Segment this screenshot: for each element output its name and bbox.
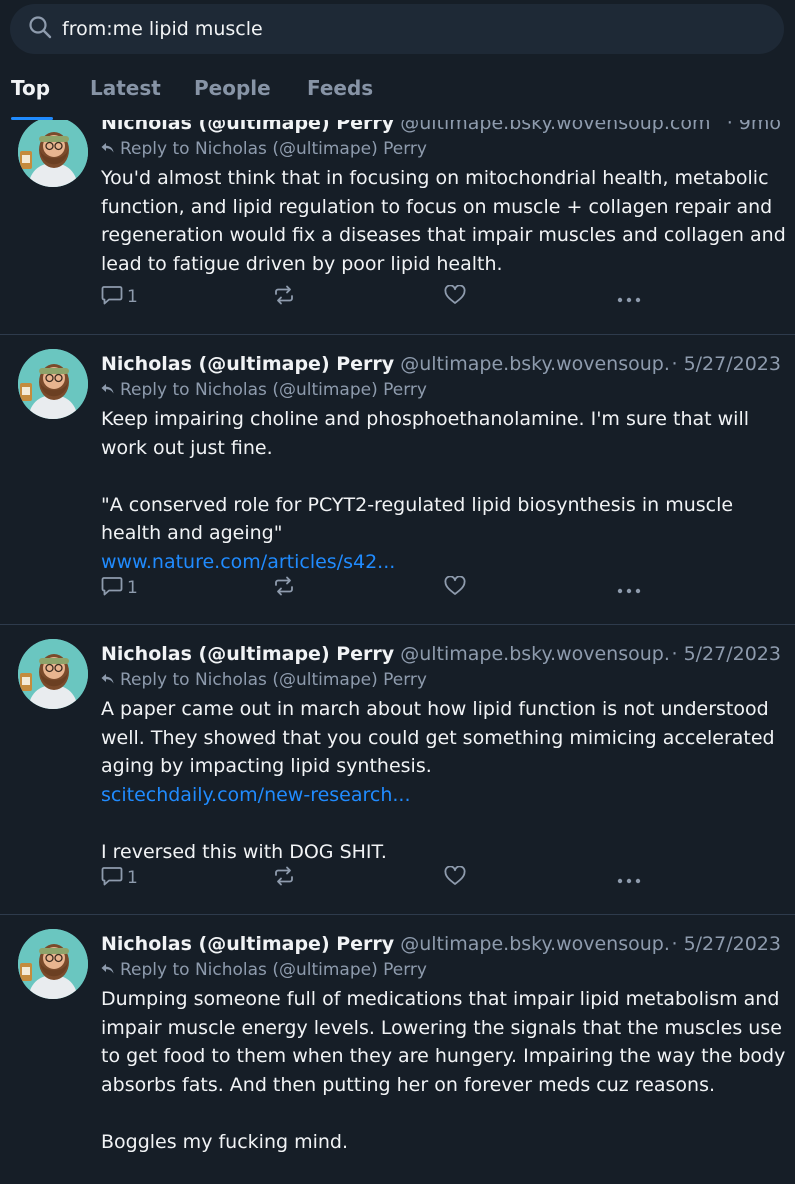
author-name[interactable]: Nicholas (@ultimape) Perry	[101, 120, 394, 134]
post-header: Nicholas (@ultimape) Perry @ultimape.bsk…	[101, 640, 781, 668]
post-actions: 1	[101, 863, 661, 893]
search-input[interactable]	[62, 18, 784, 40]
author-handle[interactable]: @ultimape.bsky.wovensoup...	[400, 643, 682, 665]
author-handle[interactable]: @ultimape.bsky.wovensoup...	[400, 353, 682, 375]
tab-top[interactable]: Top	[11, 76, 50, 100]
avatar[interactable]	[18, 120, 88, 187]
post-header: Nicholas (@ultimape) Perry @ultimape.bsk…	[101, 930, 781, 958]
heart-icon	[444, 575, 466, 600]
post-link[interactable]: scitechdaily.com/new-research...	[101, 784, 411, 806]
reply-to-label: Reply to Nicholas (@ultimape) Perry	[120, 670, 427, 690]
ellipsis-icon	[617, 869, 641, 888]
search-icon	[28, 15, 52, 43]
reply-arrow-icon	[101, 668, 120, 692]
reply-count: 1	[127, 578, 138, 598]
post-item[interactable]: Nicholas (@ultimape) Perry @ultimape.bsk…	[0, 335, 795, 625]
repost-button[interactable]	[273, 573, 295, 603]
reply-button[interactable]: 1	[101, 863, 138, 893]
reply-indicator[interactable]: Reply to Nicholas (@ultimape) Perry	[101, 958, 427, 982]
tab-latest[interactable]: Latest	[90, 76, 161, 100]
reply-arrow-icon	[101, 378, 120, 402]
author-handle[interactable]: @ultimape.bsky.wovensoup...	[400, 933, 682, 955]
ellipsis-icon	[617, 288, 641, 307]
post-item[interactable]: Nicholas (@ultimape) Perry @ultimape.bsk…	[0, 915, 795, 1184]
like-button[interactable]	[444, 282, 466, 312]
author-name[interactable]: Nicholas (@ultimape) Perry	[101, 933, 394, 955]
heart-icon	[444, 865, 466, 890]
repost-icon	[273, 576, 295, 600]
tab-feeds[interactable]: Feeds	[307, 76, 373, 100]
reply-button[interactable]: 1	[101, 282, 138, 312]
reply-arrow-icon	[101, 137, 120, 161]
avatar[interactable]	[18, 349, 88, 419]
search-results-feed[interactable]: Nicholas (@ultimape) Perry @ultimape.bsk…	[0, 120, 795, 1184]
ellipsis-icon	[617, 579, 641, 598]
post-item[interactable]: Nicholas (@ultimape) Perry @ultimape.bsk…	[0, 120, 795, 335]
post-header: Nicholas (@ultimape) Perry @ultimape.bsk…	[101, 120, 781, 137]
post-time[interactable]: · 5/27/2023	[669, 930, 781, 958]
more-options-button[interactable]	[617, 863, 641, 893]
reply-button[interactable]: 1	[101, 573, 138, 603]
comment-icon	[101, 866, 123, 890]
repost-icon	[273, 285, 295, 309]
reply-indicator[interactable]: Reply to Nicholas (@ultimape) Perry	[101, 378, 427, 402]
author-name[interactable]: Nicholas (@ultimape) Perry	[101, 353, 394, 375]
post-time[interactable]: · 5/27/2023	[669, 640, 781, 668]
search-tabs: Top Latest People Feeds	[0, 70, 795, 122]
author-name[interactable]: Nicholas (@ultimape) Perry	[101, 643, 394, 665]
post-header: Nicholas (@ultimape) Perry @ultimape.bsk…	[101, 350, 781, 378]
reply-count: 1	[127, 287, 138, 307]
repost-icon	[273, 866, 295, 890]
comment-icon	[101, 576, 123, 600]
post-text: A paper came out in march about how lipi…	[101, 698, 775, 863]
post-time[interactable]: · 9mo	[724, 120, 781, 137]
repost-button[interactable]	[273, 282, 295, 312]
more-options-button[interactable]	[617, 282, 641, 312]
like-button[interactable]	[444, 573, 466, 603]
reply-arrow-icon	[101, 958, 120, 982]
reply-indicator[interactable]: Reply to Nicholas (@ultimape) Perry	[101, 137, 427, 161]
reply-to-label: Reply to Nicholas (@ultimape) Perry	[120, 960, 427, 980]
heart-icon	[444, 284, 466, 309]
post-time[interactable]: · 5/27/2023	[669, 350, 781, 378]
post-actions: 1	[101, 573, 661, 603]
reply-to-label: Reply to Nicholas (@ultimape) Perry	[120, 139, 427, 159]
like-button[interactable]	[444, 863, 466, 893]
tab-people[interactable]: People	[194, 76, 271, 100]
post-text: Keep impairing choline and phosphoethano…	[101, 408, 750, 573]
reply-indicator[interactable]: Reply to Nicholas (@ultimape) Perry	[101, 668, 427, 692]
post-text: You'd almost think that in focusing on m…	[101, 167, 786, 275]
reply-to-label: Reply to Nicholas (@ultimape) Perry	[120, 380, 427, 400]
avatar[interactable]	[18, 639, 88, 709]
comment-icon	[101, 285, 123, 309]
repost-button[interactable]	[273, 863, 295, 893]
reply-count: 1	[127, 868, 138, 888]
more-options-button[interactable]	[617, 573, 641, 603]
post-link[interactable]: www.nature.com/articles/s42...	[101, 551, 395, 573]
search-bar[interactable]	[10, 4, 784, 54]
post-item[interactable]: Nicholas (@ultimape) Perry @ultimape.bsk…	[0, 625, 795, 915]
avatar[interactable]	[18, 929, 88, 999]
author-handle[interactable]: @ultimape.bsky.wovensoup.com	[400, 120, 710, 134]
post-actions: 1	[101, 282, 661, 312]
post-text: Dumping someone full of medications that…	[101, 988, 786, 1153]
